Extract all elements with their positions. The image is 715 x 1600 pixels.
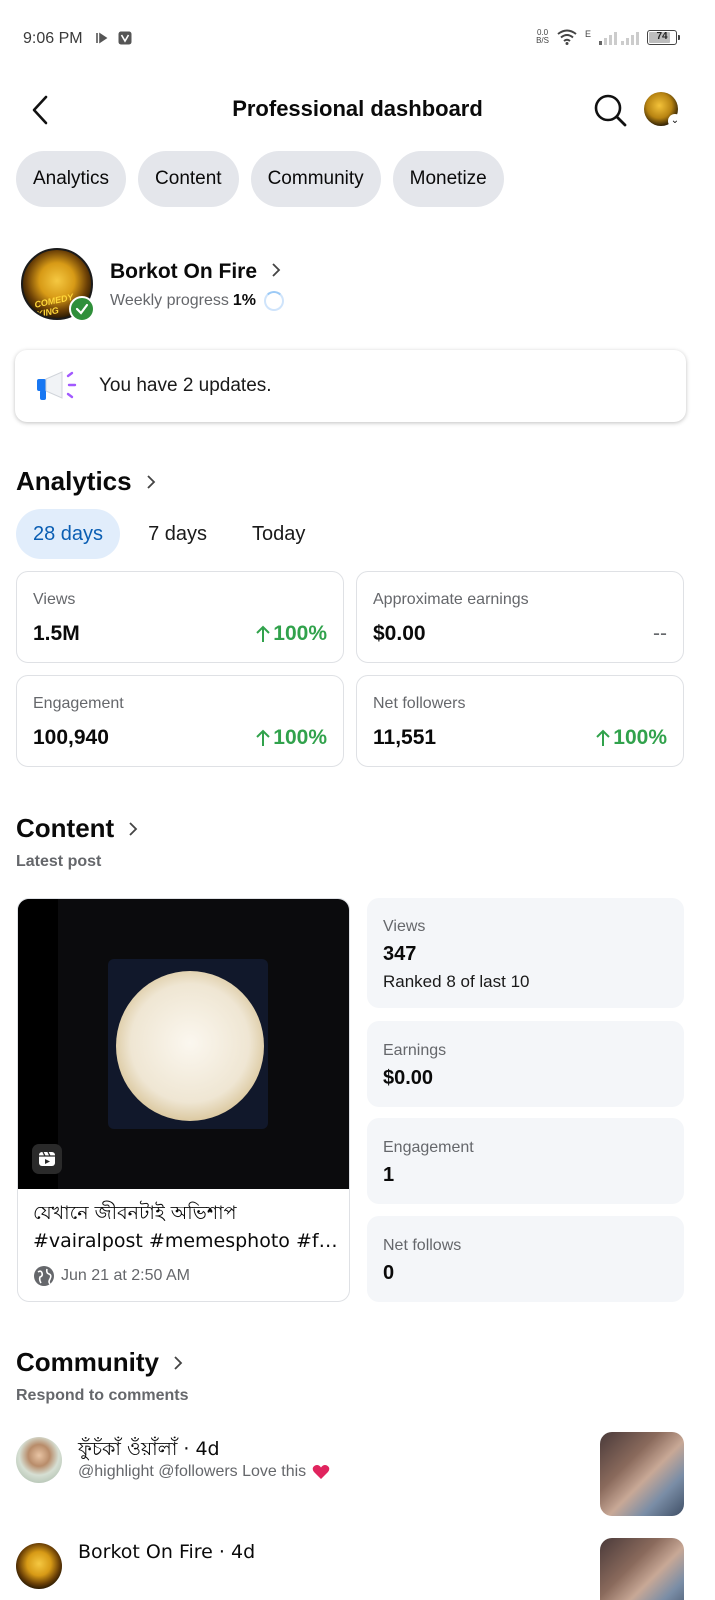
arrow-up-icon (596, 729, 610, 746)
net-speed-indicator: 0.0 B/S (536, 28, 549, 45)
pill-content[interactable]: Content (138, 151, 239, 207)
reel-icon (32, 1144, 62, 1174)
section-pills: Analytics Content Community Monetize (16, 151, 504, 207)
status-notification-icons (95, 30, 133, 46)
chevron-down-icon: ⌄ (668, 114, 682, 128)
metric-change: -- (653, 622, 667, 645)
status-bar: 9:06 PM 0.0 B/S E 74 (0, 0, 715, 78)
latest-post-card[interactable]: যেখানে জীবনটাই অভিশাপ #vairalpost #memes… (17, 898, 350, 1302)
metric-label: Approximate earnings (373, 591, 529, 608)
comment-post-thumbnail[interactable] (600, 1538, 684, 1600)
metric-card-earnings[interactable]: Approximate earnings $0.00 -- (356, 571, 684, 663)
analytics-header[interactable]: Analytics (16, 466, 156, 497)
post-caption-line: যেখানে জীবনটাই অভিশাপ (33, 1202, 237, 1224)
search-button[interactable] (590, 90, 630, 130)
metric-card-engagement[interactable]: Engagement 100,940 100% (16, 675, 344, 767)
signal-bars-icon (599, 32, 639, 45)
globe-icon (34, 1266, 54, 1286)
stat-earnings[interactable]: Earnings $0.00 (367, 1021, 684, 1107)
heart-icon (312, 1465, 330, 1479)
post-caption-line: #vairalpost #memesphoto #fa... (33, 1230, 338, 1252)
pill-community[interactable]: Community (250, 151, 381, 207)
arrow-up-icon (256, 729, 270, 746)
stat-value: 0 (383, 1262, 395, 1284)
metric-label: Views (33, 591, 76, 608)
metric-label: Net followers (373, 695, 466, 712)
profile-row[interactable]: COMEDY KING Borkot On Fire Weekly progre… (21, 248, 701, 328)
comment-post-thumbnail[interactable] (600, 1432, 684, 1516)
stat-label: Views (383, 918, 426, 935)
status-time: 9:06 PM (23, 30, 83, 47)
top-app-bar: Professional dashboard ⌄ (0, 80, 715, 140)
chevron-right-icon (272, 263, 281, 277)
stat-label: Net follows (383, 1237, 462, 1254)
stat-label: Engagement (383, 1139, 474, 1156)
chevron-right-icon (146, 474, 155, 489)
metric-value: 1.5M (33, 622, 80, 645)
tab-28-days[interactable]: 28 days (16, 509, 121, 559)
metric-card-views[interactable]: Views 1.5M 100% (16, 571, 344, 663)
stat-views[interactable]: Views 347 Ranked 8 of last 10 (367, 898, 684, 1008)
megaphone-icon (37, 371, 77, 400)
comment-item[interactable]: Borkot On Fire · 4d (16, 1538, 686, 1600)
community-header[interactable]: Community (16, 1347, 183, 1378)
chevron-right-icon (174, 1355, 183, 1370)
battery-level: 74 (656, 30, 668, 42)
post-caption: যেখানে জীবনটাই অভিশাপ #vairalpost #memes… (33, 1199, 338, 1255)
verified-check-icon (69, 296, 95, 322)
content-subtitle: Latest post (16, 853, 102, 870)
app-notification-icon (118, 31, 132, 45)
metric-change: 100% (596, 726, 667, 750)
community-subtitle: Respond to comments (16, 1387, 189, 1404)
metric-value: 100,940 (33, 726, 109, 749)
weekly-progress-value: 1% (232, 292, 256, 309)
search-icon (594, 94, 627, 127)
status-right-icons: 0.0 B/S E 74 (536, 28, 680, 45)
metric-change: 100% (256, 622, 327, 646)
post-date: Jun 21 at 2:50 AM (61, 1267, 190, 1284)
tab-today[interactable]: Today (235, 509, 322, 559)
stat-value: 347 (383, 943, 417, 965)
media-notification-icon (96, 32, 108, 44)
chevron-right-icon (129, 821, 138, 836)
community-title: Community (16, 1347, 159, 1377)
network-type-label: E (584, 29, 591, 39)
progress-ring-icon (263, 291, 284, 311)
wifi-icon (557, 29, 577, 45)
tab-7-days[interactable]: 7 days (131, 509, 224, 559)
stat-value: $0.00 (383, 1067, 434, 1089)
content-title: Content (16, 813, 115, 843)
stat-engagement[interactable]: Engagement 1 (367, 1118, 684, 1204)
profile-switcher-button[interactable]: ⌄ (642, 90, 682, 130)
metric-card-net-followers[interactable]: Net followers 11,551 100% (356, 675, 684, 767)
avatar (16, 1437, 62, 1483)
avatar (16, 1543, 62, 1589)
updates-card[interactable]: You have 2 updates. (15, 350, 686, 422)
stat-net-follows[interactable]: Net follows 0 (367, 1216, 684, 1302)
updates-text: You have 2 updates. (99, 375, 272, 396)
post-thumbnail (18, 899, 349, 1189)
metric-value: 11,551 (373, 726, 437, 749)
comment-item[interactable]: ফুঁচঁকাঁ ওঁয়াঁলাঁ · 4d @highlight @foll… (16, 1432, 686, 1522)
stat-rank: Ranked 8 of last 10 (383, 972, 530, 991)
pill-analytics[interactable]: Analytics (16, 151, 127, 207)
content-header[interactable]: Content (16, 813, 138, 844)
weekly-progress: Weekly progress 1% (110, 291, 284, 311)
weekly-progress-label: Weekly progress (110, 292, 229, 309)
arrow-up-icon (256, 625, 270, 642)
metric-label: Engagement (33, 695, 124, 712)
profile-name: Borkot On Fire (110, 260, 258, 283)
stat-value: 1 (383, 1164, 395, 1186)
pill-monetize[interactable]: Monetize (392, 151, 504, 207)
metric-change: 100% (256, 726, 327, 750)
comment-author: Borkot On Fire · 4d (78, 1541, 256, 1563)
comment-text: @highlight @followers Love this (78, 1463, 330, 1481)
battery-icon: 74 (647, 29, 680, 45)
analytics-title: Analytics (16, 466, 132, 496)
post-meta: Jun 21 at 2:50 AM (33, 1265, 190, 1287)
date-range-tabs: 28 days 7 days Today (16, 509, 333, 559)
metric-value: $0.00 (373, 622, 426, 645)
stat-label: Earnings (383, 1042, 447, 1059)
